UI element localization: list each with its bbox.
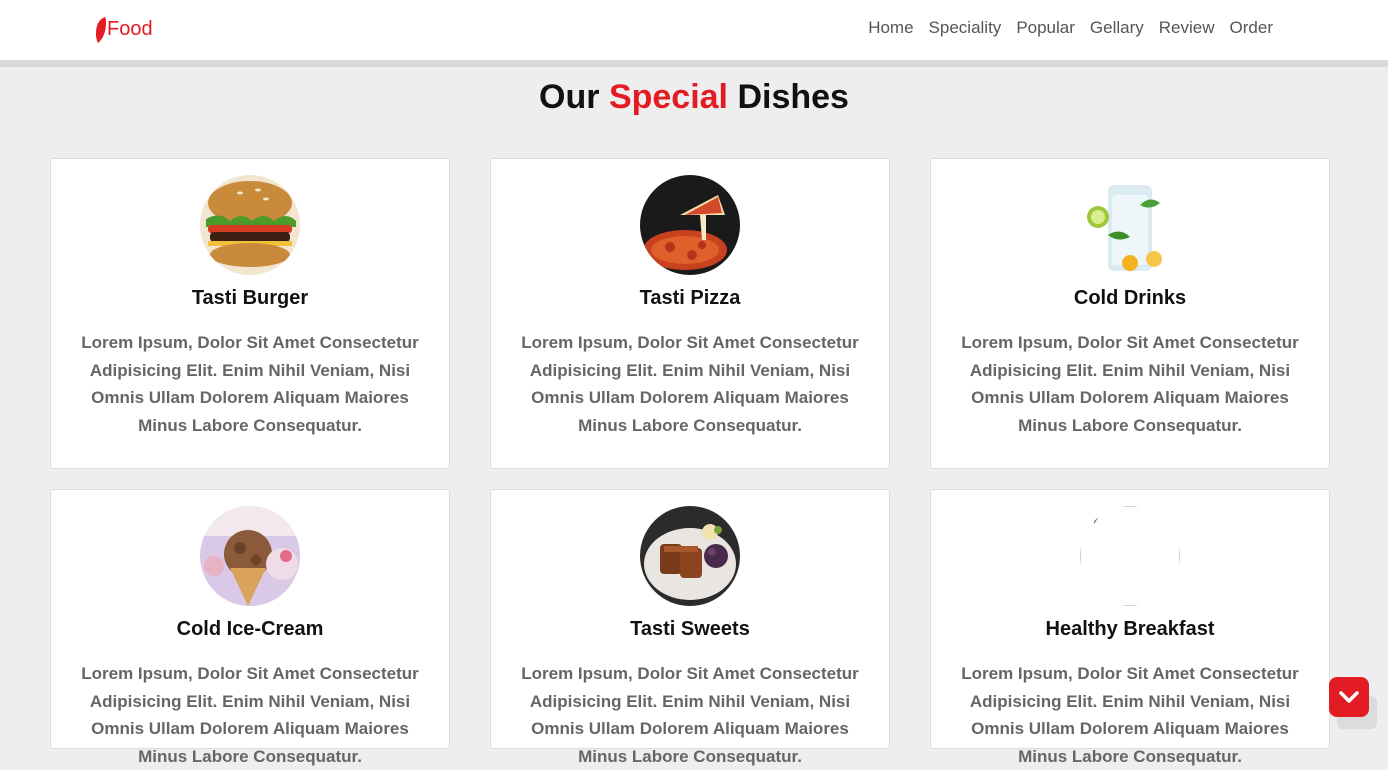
drinks-image: [1080, 175, 1180, 275]
leaf-logo-icon: [96, 17, 106, 43]
logo-text: Food: [107, 18, 153, 40]
ice-cream-image: [200, 506, 300, 606]
scroll-down-button[interactable]: [1329, 677, 1369, 717]
dish-card: Tasti Burger Lorem Ipsum, Dolor Sit Amet…: [50, 158, 450, 469]
dish-description: Lorem Ipsum, Dolor Sit Amet Consectetur …: [81, 333, 419, 435]
sweets-image: [640, 506, 740, 606]
chevron-down-icon: [1339, 691, 1359, 703]
nav-order[interactable]: Order: [1230, 18, 1273, 38]
dish-title: Cold Ice-Cream: [176, 618, 324, 640]
pizza-image: [640, 175, 740, 275]
breakfast-image: [1080, 506, 1180, 606]
nav-gellary[interactable]: Gellary: [1090, 18, 1144, 38]
dish-title: Tasti Burger: [191, 287, 309, 309]
dish-description: Lorem Ipsum, Dolor Sit Amet Consectetur …: [961, 664, 1299, 766]
burger-image: [200, 175, 300, 275]
heading-part2: Dishes: [728, 78, 849, 116]
section-heading: Our Special Dishes: [0, 78, 1388, 117]
nav-speciality[interactable]: Speciality: [929, 18, 1002, 38]
nav-review[interactable]: Review: [1159, 18, 1215, 38]
nav-home[interactable]: Home: [868, 18, 913, 38]
site-header: Food Home Speciality Popular Gellary Rev…: [0, 0, 1388, 60]
dish-title: Cold Drinks: [1073, 287, 1187, 309]
dish-card: Tasti Pizza Lorem Ipsum, Dolor Sit Amet …: [490, 158, 890, 469]
dish-description: Lorem Ipsum, Dolor Sit Amet Consectetur …: [521, 664, 859, 766]
dish-card: Tasti Sweets Lorem Ipsum, Dolor Sit Amet…: [490, 489, 890, 766]
dish-card: Healthy Breakfast Lorem Ipsum, Dolor Sit…: [930, 489, 1330, 766]
dish-description: Lorem Ipsum, Dolor Sit Amet Consectetur …: [961, 333, 1299, 435]
dish-card: Cold Ice-Cream Lorem Ipsum, Dolor Sit Am…: [50, 489, 450, 766]
dish-title: Healthy Breakfast: [1045, 618, 1215, 640]
dish-title: Tasti Pizza: [639, 287, 741, 309]
header-divider: [0, 60, 1388, 67]
heading-accent: Special: [608, 78, 729, 116]
heading-part1: Our: [539, 78, 609, 116]
dish-title: Tasti Sweets: [630, 618, 750, 640]
dish-card: Cold Drinks Lorem Ipsum, Dolor Sit Amet …: [930, 158, 1330, 469]
logo-link[interactable]: Food: [95, 15, 153, 45]
dish-description: Lorem Ipsum, Dolor Sit Amet Consectetur …: [521, 333, 859, 435]
dish-description: Lorem Ipsum, Dolor Sit Amet Consectetur …: [81, 664, 419, 766]
nav-popular[interactable]: Popular: [1016, 18, 1075, 38]
main-nav: Home Speciality Popular Gellary Review O…: [853, 18, 1273, 38]
